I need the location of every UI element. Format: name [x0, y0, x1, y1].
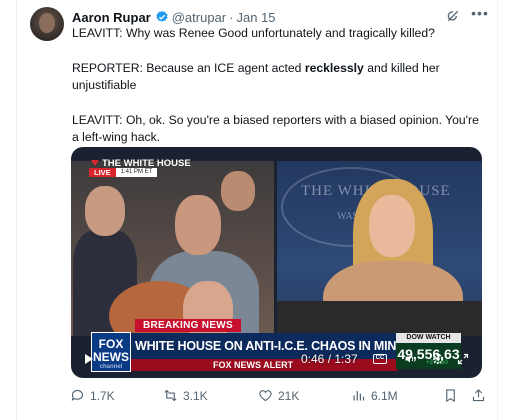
emphasis-text: recklessly	[304, 61, 364, 75]
breaking-news-banner: BREAKING NEWS	[135, 319, 241, 332]
fox-news-logo: FOX NEWS channel	[91, 332, 131, 372]
podium-panel: THE WHITE HOUSE WASHINGTON	[277, 161, 482, 336]
repost-icon	[164, 389, 177, 402]
like-icon	[259, 390, 272, 402]
tweet-text: LEAVITT: Why was Renee Good unfortunatel…	[72, 25, 484, 146]
dow-label: DOW WATCH	[396, 333, 461, 343]
tweet-line-2: REPORTER: Because an ICE agent acted rec…	[72, 61, 440, 92]
fullscreen-icon[interactable]	[457, 353, 469, 365]
bookmark-icon	[446, 389, 455, 403]
tweet-header: Aaron Rupar @atrupar · Jan 15	[72, 8, 276, 26]
like-button[interactable]: 21K	[258, 388, 299, 403]
tweet-line-1: LEAVITT: Why was Renee Good unfortunatel…	[72, 26, 435, 40]
repost-count: 3.1K	[183, 388, 208, 403]
author-handle[interactable]: @atrupar	[172, 10, 226, 25]
podium	[277, 301, 482, 336]
video-time: 0:46 / 1:37	[301, 352, 358, 366]
left-divider	[16, 0, 17, 420]
share-button[interactable]	[471, 388, 491, 403]
like-count: 21K	[278, 388, 300, 403]
avatar[interactable]	[30, 7, 64, 41]
reply-icon	[71, 389, 84, 401]
separator: ·	[229, 9, 234, 25]
views-count: 6.1M	[371, 388, 398, 403]
author-name[interactable]: Aaron Rupar	[72, 10, 151, 25]
tweet-line-3: LEAVITT: Oh, ok. So you're a biased repo…	[72, 113, 479, 144]
repost-button[interactable]: 3.1K	[163, 388, 208, 403]
verified-badge-icon	[156, 10, 168, 22]
grok-icon[interactable]	[445, 8, 461, 24]
tweet-date[interactable]: Jan 15	[236, 10, 275, 25]
right-divider	[497, 0, 498, 420]
more-icon[interactable]: •••	[471, 6, 489, 25]
live-label: LIVE	[89, 168, 116, 177]
play-icon[interactable]	[85, 354, 93, 364]
video-player[interactable]: THE WHITE HOUSE WASHINGTON THE WHITE HOU…	[71, 147, 482, 378]
reply-count: 1.7K	[90, 388, 115, 403]
bookmark-button[interactable]	[443, 388, 463, 403]
gear-icon[interactable]	[431, 352, 445, 366]
cc-icon[interactable]: CC	[373, 354, 387, 364]
views-icon	[353, 391, 365, 401]
views-button[interactable]: 6.1M	[351, 388, 398, 403]
live-indicator: LIVE 1:41 PM ET	[89, 168, 158, 177]
live-time: 1:41 PM ET	[115, 168, 158, 177]
reporters-panel	[71, 161, 274, 336]
reply-button[interactable]: 1.7K	[70, 388, 115, 403]
volume-icon[interactable]	[403, 353, 417, 365]
tweet-actions: 1.7K 3.1K 21K 6.1M	[70, 388, 490, 406]
share-icon	[472, 389, 485, 402]
